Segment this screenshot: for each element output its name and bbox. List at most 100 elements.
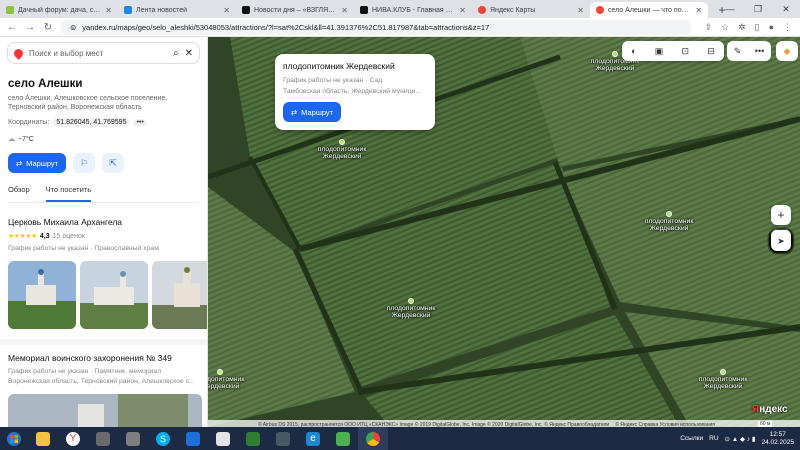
bookmark-button[interactable]: ⚐: [73, 153, 95, 174]
popup-route-button[interactable]: ⇄ Маршрут: [283, 102, 341, 123]
panel-tabs: Обзор Что посетить: [8, 185, 199, 204]
coordinates-more-button[interactable]: •••: [133, 119, 147, 127]
poi-rating: ★★★★★ 4,3 15 оценок: [8, 232, 85, 241]
poi-meta: График работы не указан · Православный х…: [8, 245, 159, 253]
tab-what-to-visit[interactable]: Что посетить: [45, 185, 92, 203]
yandex-pin-icon: [12, 46, 25, 60]
app-icon: [246, 431, 260, 446]
route-icon: ⇄: [290, 107, 298, 117]
layers-button[interactable]: ◆: [776, 41, 798, 61]
close-window-icon[interactable]: ✕: [772, 0, 800, 18]
taskbar-app[interactable]: [238, 427, 268, 450]
map-marker-nursery[interactable]: плодопитомник Жердевский: [629, 211, 709, 233]
profile-icon[interactable]: ●: [769, 22, 774, 33]
maximize-icon[interactable]: ❐: [744, 0, 772, 18]
extensions-icon[interactable]: ✲: [738, 22, 746, 33]
poi-dot-icon: [408, 298, 414, 304]
menu-icon[interactable]: ⋮: [783, 22, 792, 33]
close-tab-icon[interactable]: ✕: [341, 6, 348, 15]
tab-favicon-icon: [6, 6, 14, 14]
popup-address: Тамбовская область, Жердевский муници...: [283, 87, 422, 95]
close-tab-icon[interactable]: ✕: [695, 6, 702, 15]
ruler-icon[interactable]: ✎: [734, 46, 742, 57]
window-controls: — ❐ ✕: [716, 0, 800, 18]
browser-tab-4[interactable]: НИВА.КЛУБ - Главная страни✕: [354, 2, 472, 18]
transit-icon[interactable]: ⊡: [682, 46, 690, 57]
church-photo[interactable]: [152, 261, 207, 330]
locate-button[interactable]: ➤: [771, 231, 791, 251]
share-button[interactable]: ⇱: [102, 153, 124, 174]
church-photo[interactable]: [8, 261, 76, 330]
map-marker-nursery[interactable]: плодопитомник Жердевский: [371, 298, 451, 320]
windows-logo-icon: [7, 431, 21, 446]
language-indicator[interactable]: RU: [709, 435, 718, 442]
close-icon[interactable]: ✕: [185, 48, 193, 59]
church-photo[interactable]: [80, 261, 148, 330]
tab-favicon-icon: [124, 6, 132, 14]
links-toolbar[interactable]: Ссылки: [680, 435, 703, 442]
taskbar-app[interactable]: [178, 427, 208, 450]
browser-tab-5[interactable]: Яндекс Карты ✕: [472, 2, 590, 18]
site-info-icon[interactable]: ⊜: [70, 23, 76, 32]
minimize-icon[interactable]: —: [716, 0, 744, 18]
taskbar-app[interactable]: [208, 427, 238, 450]
taskbar-app[interactable]: [328, 427, 358, 450]
taskbar-explorer[interactable]: [28, 427, 58, 450]
browser-tab-3[interactable]: Новости дня – «ВЗГЛЯД.РУ»✕: [236, 2, 354, 18]
more-icon[interactable]: •••: [755, 46, 764, 56]
close-tab-icon[interactable]: ✕: [223, 6, 230, 15]
search-box[interactable]: Поиск и выбор мест ⌕ ✕: [7, 42, 200, 64]
tab-favicon-icon: [478, 6, 486, 14]
app-icon: [126, 431, 140, 446]
map-marker-nursery[interactable]: плодопитомник Жердевский: [302, 139, 382, 161]
tray-icons[interactable]: ⊙ ▲ ◆ ♪ ▮: [725, 435, 756, 443]
app-icon: [276, 431, 290, 446]
taskbar-app[interactable]: [88, 427, 118, 450]
parking-icon[interactable]: ⊟: [707, 46, 715, 57]
close-tab-icon[interactable]: ✕: [577, 6, 584, 15]
taskbar-yandex-browser[interactable]: Y: [58, 427, 88, 450]
share-icon[interactable]: ⇪: [704, 22, 712, 33]
bookmark-icon: ⚐: [79, 157, 89, 168]
route-button[interactable]: ⇄ Маршрут: [8, 153, 66, 174]
poi-dot-icon: [720, 369, 726, 375]
taskbar-chrome[interactable]: [358, 427, 388, 450]
sidebar-icon[interactable]: ▯: [755, 22, 760, 33]
search-icon[interactable]: ⌕: [173, 48, 179, 59]
coordinates-value[interactable]: 51.826045, 41.769595: [53, 118, 130, 128]
map-marker-nursery[interactable]: плодопитомник Жердевский: [683, 369, 763, 391]
app-icon: [336, 431, 350, 446]
cloud-icon: ☁: [8, 136, 15, 144]
bookmark-star-icon[interactable]: ☆: [721, 22, 729, 33]
browser-tab-1[interactable]: Дачный форум: дача, сад, огор✕: [0, 2, 118, 18]
app-icon: [96, 431, 110, 446]
taskbar-app[interactable]: [268, 427, 298, 450]
taskbar-ie[interactable]: e: [298, 427, 328, 450]
place-actions: ⇄ Маршрут ⚐ ⇱: [8, 153, 199, 174]
browser-tab-2[interactable]: Лента новостей ✕: [118, 2, 236, 18]
forward-icon[interactable]: →: [24, 22, 36, 33]
poi-title[interactable]: Мемориал воинского захоронения № 349: [8, 353, 199, 363]
traffic-icon[interactable]: ▣: [655, 46, 664, 57]
taskbar-app[interactable]: [118, 427, 148, 450]
url-field[interactable]: ⊜ yandex.ru/maps/geo/selo_aleshki/5304805…: [60, 19, 693, 35]
reload-icon[interactable]: ↻: [42, 22, 54, 33]
panorama-icon[interactable]: ◐: [631, 46, 636, 56]
poi-popup-card[interactable]: плодопитомник Жердевский График работы н…: [275, 54, 435, 130]
popup-title: плодопитомник Жердевский: [283, 61, 395, 71]
zoom-in-button[interactable]: +: [771, 205, 791, 225]
memorial-photo[interactable]: [8, 393, 202, 427]
back-icon[interactable]: ←: [6, 22, 18, 33]
place-info-panel: Поиск и выбор мест ⌕ ✕ село Алешки село …: [0, 37, 208, 427]
tab-overview[interactable]: Обзор: [8, 185, 30, 202]
close-tab-icon[interactable]: ✕: [459, 6, 466, 15]
poi-title[interactable]: Церковь Михаила Архангела: [8, 217, 199, 227]
section-divider: [0, 339, 207, 346]
clock[interactable]: 12:57 24.02.2025: [761, 431, 794, 446]
close-tab-icon[interactable]: ✕: [105, 6, 112, 15]
poi-meta: График работы не указан · Памятник, мемо…: [8, 368, 195, 385]
browser-tab-6[interactable]: село Алешки — что посмотр✕: [590, 2, 708, 18]
start-button[interactable]: [0, 427, 28, 450]
taskbar-skype[interactable]: S: [148, 427, 178, 450]
search-input[interactable]: Поиск и выбор мест: [29, 49, 167, 58]
